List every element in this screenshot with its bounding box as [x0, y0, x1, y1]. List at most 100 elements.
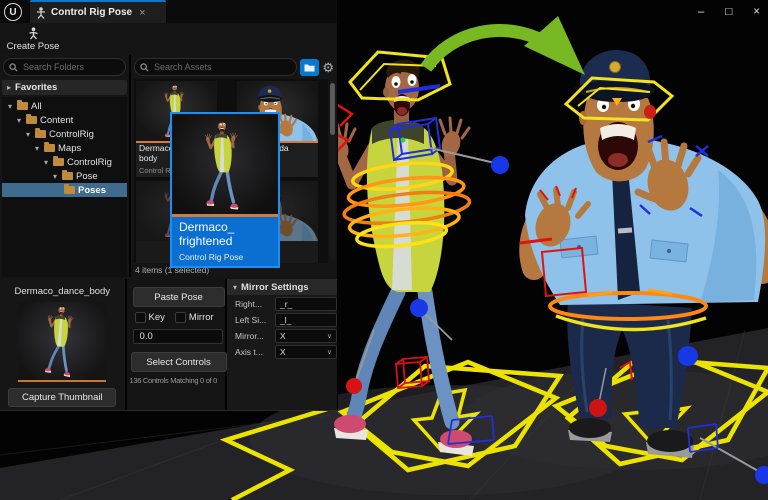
search-icon — [140, 63, 149, 72]
left-side-field[interactable]: _l_ — [275, 313, 337, 327]
blend-value-input[interactable] — [133, 329, 223, 344]
search-assets-box[interactable] — [134, 58, 297, 76]
folder-icon — [26, 116, 37, 124]
tree-item-label: Content — [40, 115, 73, 126]
mirror-settings-header[interactable]: ▾ Mirror Settings — [227, 279, 337, 295]
expand-icon[interactable]: ▾ — [15, 116, 23, 125]
key-label: Key — [149, 312, 165, 323]
folder-icon — [64, 186, 75, 194]
preview-asset-name: frightened — [179, 234, 271, 248]
key-checkbox[interactable] — [135, 312, 146, 323]
selected-pose-thumbnail — [18, 302, 106, 382]
tree-item-label: Maps — [58, 143, 81, 154]
preview-asset-name: Dermaco_ — [179, 220, 271, 234]
tab-title: Control Rig Pose — [51, 7, 132, 18]
tree-item-maps[interactable]: ▾ Maps — [2, 141, 127, 155]
folder-icon — [17, 102, 28, 110]
unreal-editor-screen: U Control Rig Pose × Create Pose — [0, 0, 768, 500]
tree-item-label: Poses — [78, 185, 106, 196]
folder-icon — [44, 144, 55, 152]
scrollbar-thumb[interactable] — [330, 83, 335, 135]
favorites-expand-icon[interactable]: ▸ — [7, 83, 11, 92]
collapse-icon[interactable]: ▾ — [233, 283, 237, 292]
mirror-checkbox-group: Mirror — [175, 312, 214, 323]
expand-icon[interactable]: ▾ — [42, 158, 50, 167]
folder-icon — [304, 63, 315, 72]
tab-control-rig-pose[interactable]: Control Rig Pose × — [30, 0, 166, 23]
bottom-section: Dermaco_dance_body Capture Thumbnail Pas… — [0, 279, 337, 410]
key-checkbox-group: Key — [135, 312, 165, 323]
favorites-header[interactable]: ▸ Favorites — [2, 80, 127, 95]
field-value: _l_ — [280, 315, 332, 325]
mirror-axis-dropdown[interactable]: X ∨ — [275, 329, 337, 343]
dropdown-value: X — [280, 347, 327, 357]
rig-blue-sphere — [410, 299, 428, 317]
asset-hover-preview[interactable]: Dermaco_ frightened Control Rig Pose — [170, 112, 280, 268]
row-label: Mirror... — [227, 331, 273, 341]
search-assets-input[interactable] — [152, 61, 291, 73]
create-pose-button[interactable]: Create Pose — [2, 24, 64, 54]
mirror-label: Mirror — [189, 312, 214, 323]
selected-pose-panel: Dermaco_dance_body Capture Thumbnail — [0, 279, 125, 410]
row-label: Right... — [227, 299, 273, 309]
tree-item-all[interactable]: ▾ All — [2, 99, 127, 113]
unreal-logo: U — [4, 3, 22, 21]
expand-icon[interactable]: ▾ — [24, 130, 32, 139]
close-button[interactable]: × — [753, 4, 760, 20]
tree-item-label: ControlRig — [49, 129, 94, 140]
favorites-label: Favorites — [15, 82, 57, 93]
asset-scrollbar[interactable] — [330, 81, 335, 261]
expand-icon[interactable]: ▾ — [51, 172, 59, 181]
mirror-checkbox[interactable] — [175, 312, 186, 323]
tree-item-label: ControlRig — [67, 157, 112, 168]
axis-to-flip-dropdown[interactable]: X ∨ — [275, 345, 337, 359]
create-pose-label: Create Pose — [7, 41, 60, 52]
create-pose-icon — [27, 27, 40, 40]
window-titlebar: U Control Rig Pose × — [0, 0, 337, 23]
folder-icon — [53, 158, 64, 166]
controls-matching-status: 136 Controls Matching 0 of 0 — [130, 376, 218, 385]
folder-icon — [62, 172, 73, 180]
search-folders-box[interactable] — [3, 58, 126, 76]
settings-gear-icon[interactable]: ⚙ — [322, 61, 334, 74]
expand-icon[interactable]: ▾ — [33, 144, 41, 153]
select-controls-button[interactable]: Select Controls — [131, 352, 227, 372]
tree-item-poses-selected[interactable]: Poses — [2, 183, 127, 197]
search-folders-input[interactable] — [21, 61, 120, 73]
search-icon — [9, 63, 18, 72]
right-side-field[interactable]: _r_ — [275, 297, 337, 311]
tree-item-pose[interactable]: ▾ Pose — [2, 169, 127, 183]
tab-close-icon[interactable]: × — [139, 7, 145, 19]
folder-icon — [35, 130, 46, 138]
field-value: _r_ — [280, 299, 332, 309]
chevron-down-icon: ∨ — [327, 348, 332, 356]
folders-panel: ▸ Favorites ▾ All ▾ Content ▾ ControlRig — [0, 55, 131, 277]
selected-pose-name: Dermaco_dance_body — [0, 286, 125, 297]
tree-item-controlrig-2[interactable]: ▾ ControlRig — [2, 155, 127, 169]
pose-controls-panel: Paste Pose Key Mirror Select Controls 13… — [127, 279, 225, 410]
tree-item-controlrig[interactable]: ▾ ControlRig — [2, 127, 127, 141]
save-folder-button[interactable] — [300, 59, 319, 76]
mirror-row-axis-to-flip: Axis t... X ∨ — [227, 344, 337, 359]
minimize-button[interactable]: – — [698, 4, 704, 20]
capture-thumbnail-button[interactable]: Capture Thumbnail — [8, 388, 116, 407]
maximize-button[interactable]: □ — [725, 4, 732, 20]
paste-pose-button[interactable]: Paste Pose — [133, 287, 225, 307]
toolbar: Create Pose — [0, 23, 337, 56]
row-label: Left Si... — [227, 315, 273, 325]
tree-item-label: Pose — [76, 171, 98, 182]
control-rig-pose-window: U Control Rig Pose × Create Pose — [0, 0, 338, 411]
expand-icon[interactable]: ▾ — [6, 102, 14, 111]
preview-asset-type: Control Rig Pose — [179, 252, 271, 262]
folder-tree: ▾ All ▾ Content ▾ ControlRig ▾ M — [2, 97, 127, 277]
pose-person-icon — [36, 7, 46, 19]
mirror-settings-title: Mirror Settings — [241, 282, 309, 293]
preview-thumbnail — [172, 114, 278, 214]
rig-red-sphere — [589, 399, 607, 417]
mirror-row-left-side: Left Si... _l_ — [227, 312, 337, 327]
tree-item-content[interactable]: ▾ Content — [2, 113, 127, 127]
row-label: Axis t... — [227, 347, 273, 357]
mirror-row-mirror-axis: Mirror... X ∨ — [227, 328, 337, 343]
tree-item-label: All — [31, 101, 42, 112]
preview-tooltip: Dermaco_ frightened Control Rig Pose — [172, 217, 278, 266]
